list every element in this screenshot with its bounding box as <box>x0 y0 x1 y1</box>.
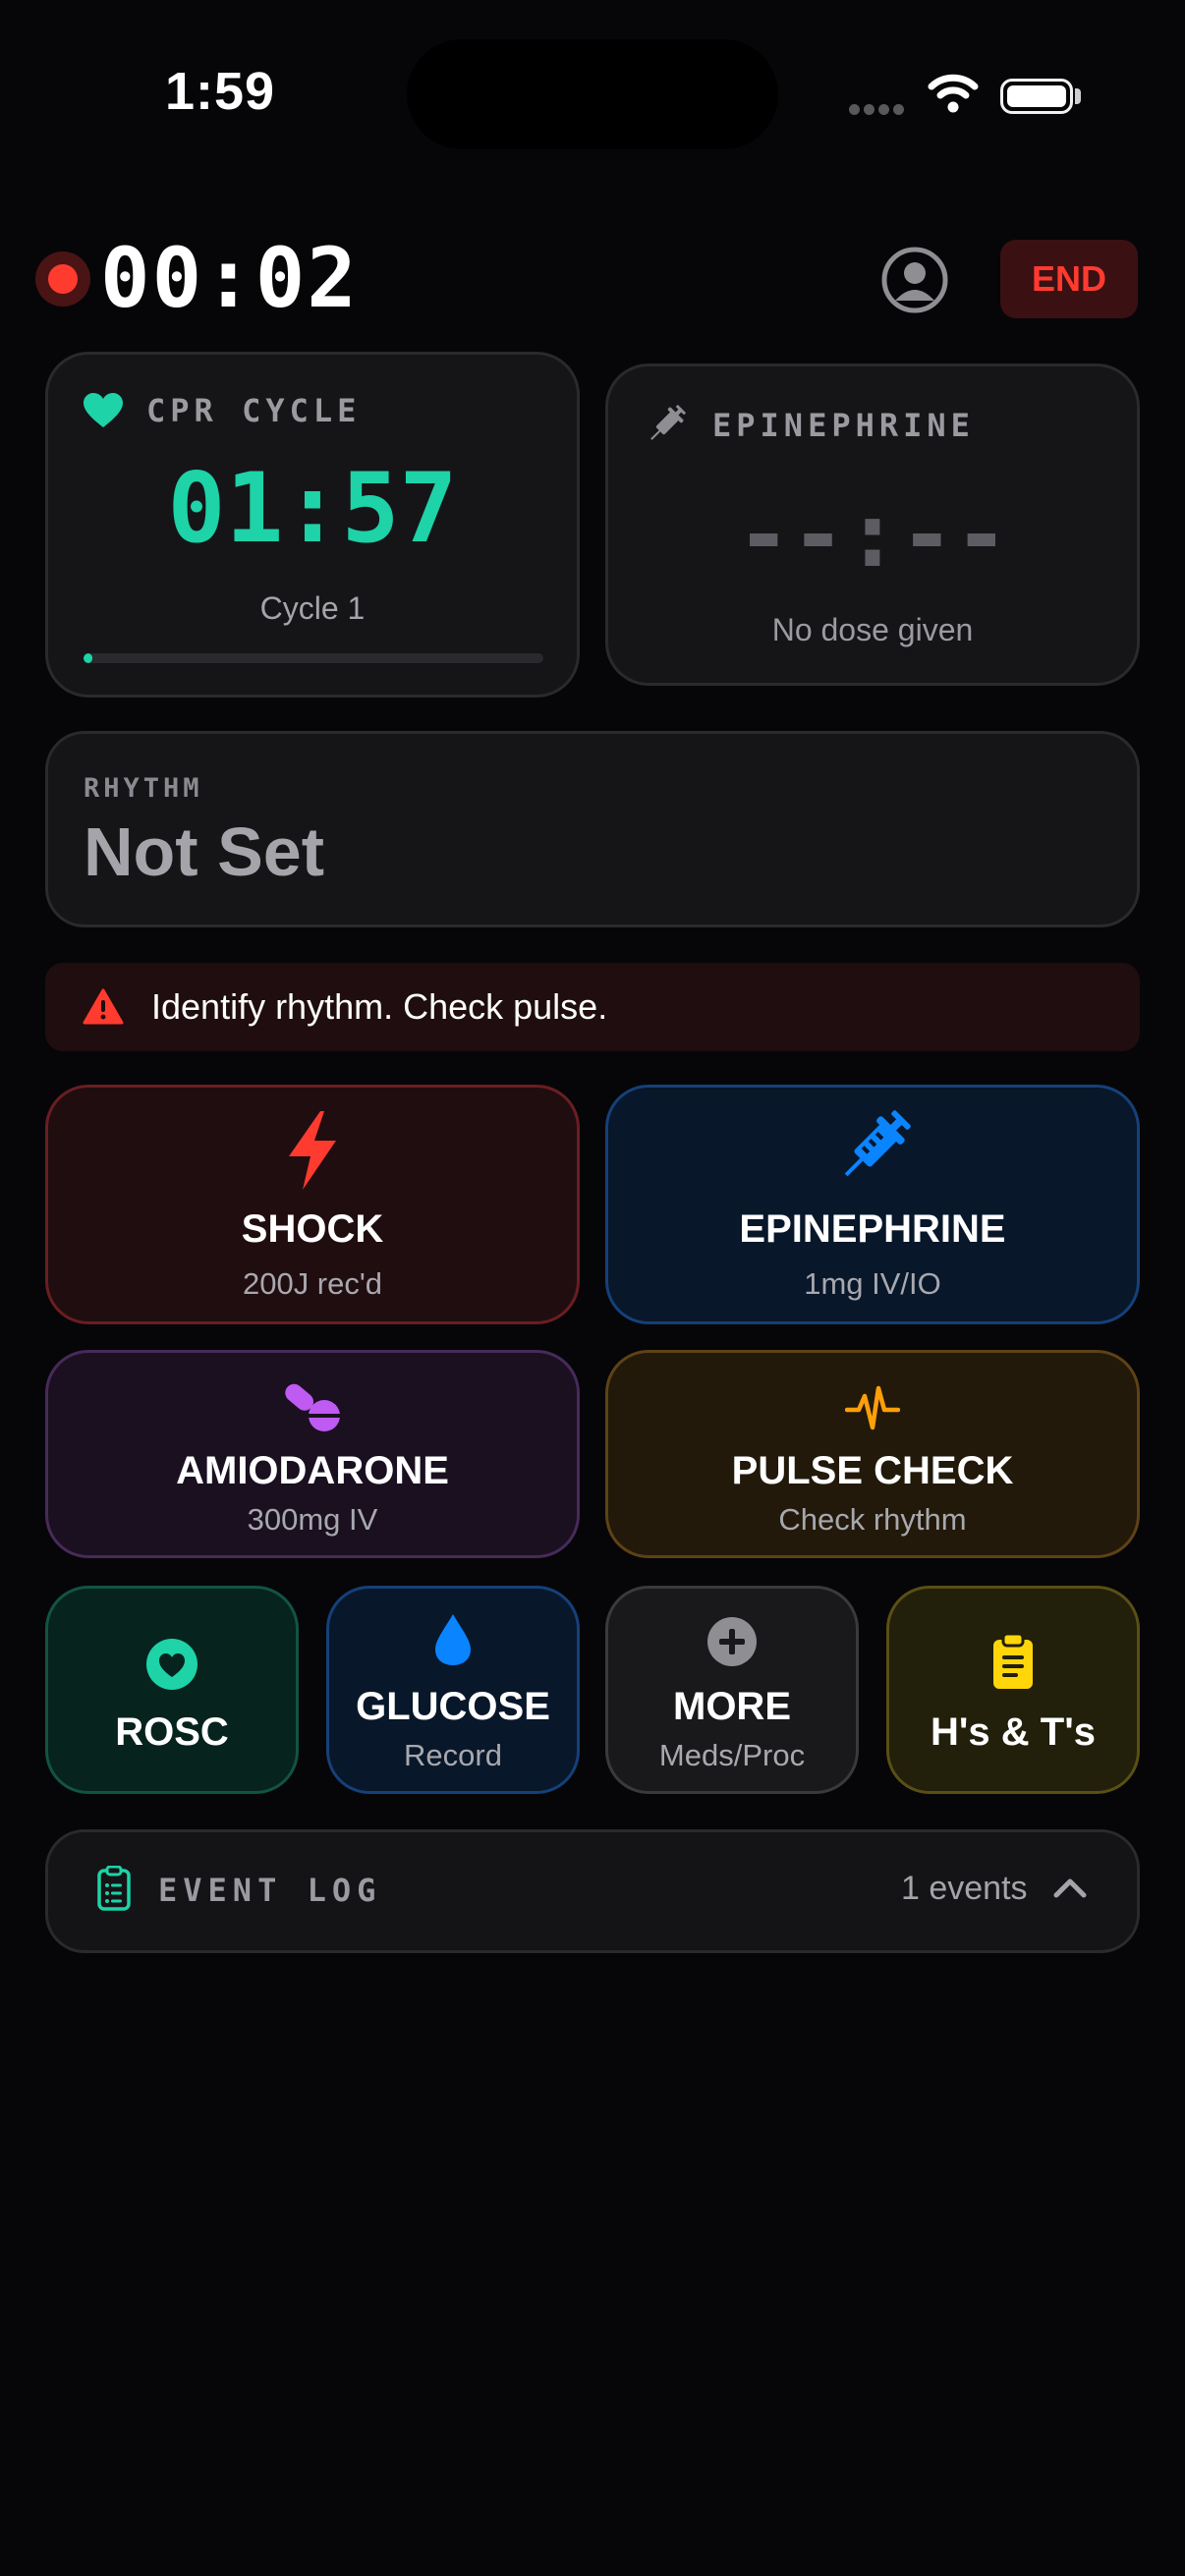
more-button[interactable]: MORE Meds/Proc <box>605 1586 859 1794</box>
pulse-check-label: PULSE CHECK <box>731 1449 1014 1492</box>
profile-icon[interactable] <box>880 246 949 314</box>
cpr-card-header: CPR CYCLE <box>84 392 361 429</box>
glucose-label: GLUCOSE <box>356 1685 550 1728</box>
rhythm-value: Not Set <box>84 813 324 890</box>
wifi-icon <box>928 74 979 113</box>
rosc-label: ROSC <box>115 1710 229 1754</box>
shock-button[interactable]: SHOCK 200J rec'd <box>45 1085 580 1324</box>
epi-card-header: EPINEPHRINE <box>644 404 975 447</box>
alert-message: Identify rhythm. Check pulse. <box>151 986 608 1027</box>
epinephrine-timer-card[interactable]: EPINEPHRINE --:-- No dose given <box>605 364 1140 686</box>
plus-circle-icon <box>707 1617 757 1666</box>
clipboard-icon <box>993 1634 1033 1689</box>
cpr-cycle-count: Cycle 1 <box>259 590 366 626</box>
amiodarone-subtitle: 300mg IV <box>247 1502 378 1537</box>
epinephrine-button[interactable]: EPINEPHRINE 1mg IV/IO <box>605 1085 1140 1324</box>
pills-icon <box>285 1383 340 1431</box>
shock-label: SHOCK <box>241 1207 384 1251</box>
cpr-progress-fill <box>84 653 93 663</box>
epinephrine-label: EPINEPHRINE <box>739 1207 1006 1251</box>
drop-icon <box>435 1614 471 1665</box>
glucose-subtitle: Record <box>404 1738 502 1772</box>
epi-dose-status: No dose given <box>771 612 974 647</box>
epinephrine-subtitle: 1mg IV/IO <box>804 1266 941 1301</box>
lightning-icon <box>289 1111 336 1190</box>
syringe-icon <box>650 405 686 440</box>
alert-banner: Identify rhythm. Check pulse. <box>45 963 1140 1051</box>
rosc-button[interactable]: ROSC <box>45 1586 299 1794</box>
waveform-icon <box>845 1385 900 1430</box>
shock-subtitle: 200J rec'd <box>242 1266 383 1301</box>
end-button[interactable]: END <box>1000 240 1138 318</box>
heart-circle-icon <box>146 1639 198 1690</box>
pulse-check-subtitle: Check rhythm <box>778 1502 967 1537</box>
elapsed-timer: 00:02 <box>100 230 359 326</box>
rhythm-card[interactable]: RHYTHM Not Set <box>45 731 1140 927</box>
cpr-timer: 01:57 <box>167 453 458 565</box>
cpr-card-title: CPR CYCLE <box>146 392 362 429</box>
cpr-progress-bar <box>84 653 543 663</box>
cellular-signal-icon <box>849 102 908 116</box>
amiodarone-label: AMIODARONE <box>176 1449 449 1492</box>
heart-icon <box>84 393 123 427</box>
warning-icon <box>83 988 124 1025</box>
more-subtitle: Meds/Proc <box>658 1738 806 1772</box>
rhythm-label: RHYTHM <box>84 773 203 804</box>
syringe-icon <box>844 1110 911 1177</box>
epi-timer: --:-- <box>736 482 1009 588</box>
hs-ts-button[interactable]: H's & T's <box>886 1586 1140 1794</box>
chevron-up-icon[interactable] <box>1052 1876 1088 1899</box>
event-log-title: EVENT LOG <box>158 1872 382 1909</box>
event-log-count: 1 events <box>901 1870 1028 1907</box>
pulse-check-button[interactable]: PULSE CHECK Check rhythm <box>605 1350 1140 1558</box>
status-time: 1:59 <box>165 62 276 121</box>
hs-ts-label: H's & T's <box>931 1710 1096 1754</box>
glucose-button[interactable]: GLUCOSE Record <box>326 1586 580 1794</box>
clipboard-list-icon <box>97 1866 131 1911</box>
event-log-bar[interactable]: EVENT LOG 1 events <box>45 1829 1140 1953</box>
cpr-cycle-card[interactable]: CPR CYCLE 01:57 Cycle 1 <box>45 352 580 698</box>
battery-tip <box>1075 88 1081 104</box>
dynamic-island <box>407 39 778 149</box>
recording-indicator <box>35 252 90 307</box>
amiodarone-button[interactable]: AMIODARONE 300mg IV <box>45 1350 580 1558</box>
battery-icon <box>1000 79 1073 114</box>
more-label: MORE <box>673 1685 791 1728</box>
epi-card-title: EPINEPHRINE <box>712 407 975 444</box>
